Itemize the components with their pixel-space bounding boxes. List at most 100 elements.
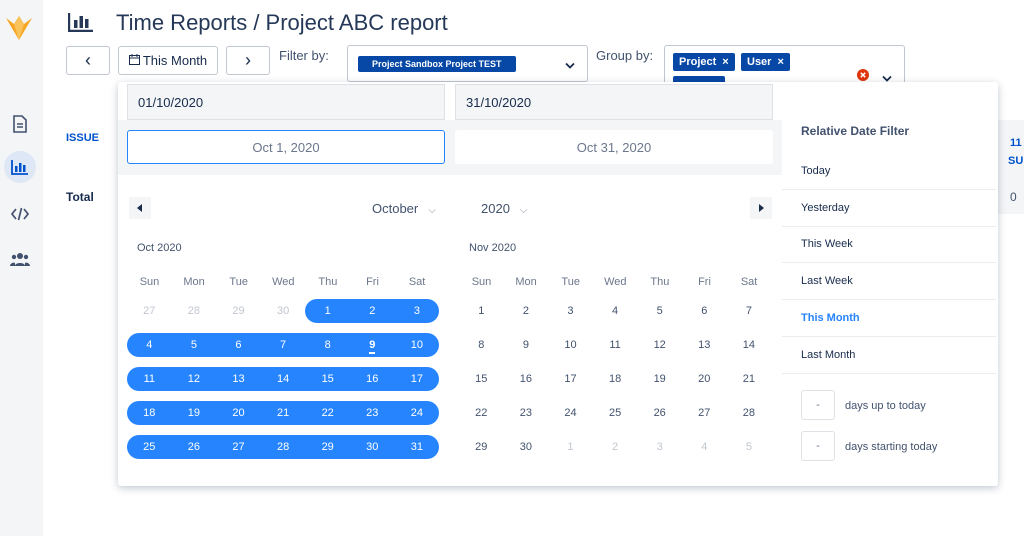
calendar-day[interactable]: 17	[395, 367, 440, 391]
calendar-day[interactable]: 24	[548, 401, 593, 425]
days-up-input[interactable]: -	[801, 390, 835, 420]
period-button[interactable]: This Month	[118, 46, 218, 75]
relative-filter-item[interactable]: This Month	[782, 300, 996, 337]
start-date-display[interactable]: Oct 1, 2020	[127, 130, 445, 164]
calendar-day[interactable]: 4	[127, 333, 172, 357]
calendar-day[interactable]: 27	[682, 401, 727, 425]
calendar-day[interactable]: 1	[305, 299, 350, 323]
calendar-day[interactable]: 27	[127, 299, 172, 323]
calendar-day[interactable]: 23	[350, 401, 395, 425]
relative-filter-item[interactable]: Last Week	[782, 263, 996, 301]
calendar-day[interactable]: 29	[459, 435, 504, 459]
calendar-day[interactable]: 1	[548, 435, 593, 459]
table-header-date[interactable]: 11	[1010, 137, 1022, 149]
relative-filter-item[interactable]: This Week	[782, 226, 996, 264]
calendar-day[interactable]: 21	[727, 367, 772, 391]
calendar-day[interactable]: 17	[548, 367, 593, 391]
calendar-day[interactable]: 23	[504, 401, 549, 425]
relative-filter-item[interactable]: Last Month	[782, 337, 996, 374]
prev-month-button[interactable]	[129, 197, 151, 219]
table-header-issue[interactable]: ISSUE	[66, 132, 99, 144]
calendar-day[interactable]: 8	[459, 333, 504, 357]
calendar-day[interactable]: 29	[305, 435, 350, 459]
group-tag-user[interactable]: User ×	[741, 53, 790, 71]
calendar-day[interactable]: 19	[637, 367, 682, 391]
calendar-day[interactable]: 30	[350, 435, 395, 459]
calendar-day[interactable]: 8	[305, 333, 350, 357]
reports-icon[interactable]	[4, 151, 36, 183]
calendar-day[interactable]: 26	[172, 435, 217, 459]
calendar-day[interactable]: 26	[637, 401, 682, 425]
calendar-day[interactable]: 9	[350, 333, 395, 357]
calendar-day[interactable]: 5	[172, 333, 217, 357]
year-select[interactable]: 2020 ⌵	[481, 201, 528, 216]
filter-select[interactable]: Project Sandbox Project TEST	[347, 45, 588, 82]
calendar-day[interactable]: 24	[395, 401, 440, 425]
calendar-day[interactable]: 9	[504, 333, 549, 357]
calendar-day[interactable]: 11	[127, 367, 172, 391]
calendar-day[interactable]: 6	[682, 299, 727, 323]
calendar-day[interactable]: 2	[350, 299, 395, 323]
close-icon[interactable]: ×	[722, 56, 728, 68]
calendar-day[interactable]: 2	[593, 435, 638, 459]
next-period-button[interactable]: ›	[226, 46, 270, 75]
calendar-day[interactable]: 25	[127, 435, 172, 459]
users-icon[interactable]	[4, 243, 36, 275]
calendar-day[interactable]: 29	[216, 299, 261, 323]
document-icon[interactable]	[4, 108, 36, 140]
calendar-day[interactable]: 27	[216, 435, 261, 459]
calendar-day[interactable]: 30	[261, 299, 306, 323]
calendar-day[interactable]: 3	[637, 435, 682, 459]
calendar-day[interactable]: 21	[261, 401, 306, 425]
next-month-button[interactable]	[750, 197, 772, 219]
prev-period-button[interactable]: ‹	[66, 46, 110, 75]
calendar-day[interactable]: 25	[593, 401, 638, 425]
calendar-day[interactable]: 4	[682, 435, 727, 459]
group-tag-project[interactable]: Project ×	[673, 53, 735, 71]
calendar-day[interactable]: 11	[593, 333, 638, 357]
relative-filter-item[interactable]: Today	[782, 153, 996, 190]
relative-filter-item[interactable]: Yesterday	[782, 190, 996, 227]
calendar-day[interactable]: 3	[548, 299, 593, 323]
calendar-day[interactable]: 12	[637, 333, 682, 357]
calendar-day[interactable]: 16	[350, 367, 395, 391]
calendar-day[interactable]: 18	[593, 367, 638, 391]
end-date-display[interactable]: Oct 31, 2020	[455, 130, 773, 164]
calendar-day[interactable]: 13	[216, 367, 261, 391]
calendar-day[interactable]: 20	[216, 401, 261, 425]
calendar-day[interactable]: 12	[172, 367, 217, 391]
calendar-day[interactable]: 22	[305, 401, 350, 425]
calendar-day[interactable]: 5	[637, 299, 682, 323]
calendar-day[interactable]: 13	[682, 333, 727, 357]
calendar-day[interactable]: 15	[305, 367, 350, 391]
code-icon[interactable]	[4, 198, 36, 230]
calendar-day[interactable]: 1	[459, 299, 504, 323]
calendar-day[interactable]: 7	[261, 333, 306, 357]
app-logo-icon[interactable]	[4, 12, 34, 47]
calendar-day[interactable]: 4	[593, 299, 638, 323]
calendar-day[interactable]: 28	[261, 435, 306, 459]
month-select[interactable]: October ⌵	[372, 201, 436, 216]
calendar-day[interactable]: 14	[261, 367, 306, 391]
calendar-day[interactable]: 2	[504, 299, 549, 323]
calendar-day[interactable]: 28	[172, 299, 217, 323]
calendar-day[interactable]: 7	[727, 299, 772, 323]
calendar-day[interactable]: 6	[216, 333, 261, 357]
calendar-day[interactable]: 22	[459, 401, 504, 425]
calendar-day[interactable]: 15	[459, 367, 504, 391]
start-date-input[interactable]: 01/10/2020	[127, 84, 445, 120]
days-start-input[interactable]: -	[801, 431, 835, 461]
calendar-day[interactable]: 3	[395, 299, 440, 323]
calendar-day[interactable]: 16	[504, 367, 549, 391]
calendar-day[interactable]: 10	[395, 333, 440, 357]
calendar-day[interactable]: 30	[504, 435, 549, 459]
calendar-day[interactable]: 5	[727, 435, 772, 459]
group-select[interactable]: Project × User ×	[664, 45, 905, 86]
calendar-day[interactable]: 10	[548, 333, 593, 357]
close-icon[interactable]: ×	[777, 56, 783, 68]
calendar-day[interactable]: 31	[395, 435, 440, 459]
end-date-input[interactable]: 31/10/2020	[455, 84, 773, 120]
calendar-day[interactable]: 14	[727, 333, 772, 357]
calendar-day[interactable]: 28	[727, 401, 772, 425]
calendar-day[interactable]: 18	[127, 401, 172, 425]
